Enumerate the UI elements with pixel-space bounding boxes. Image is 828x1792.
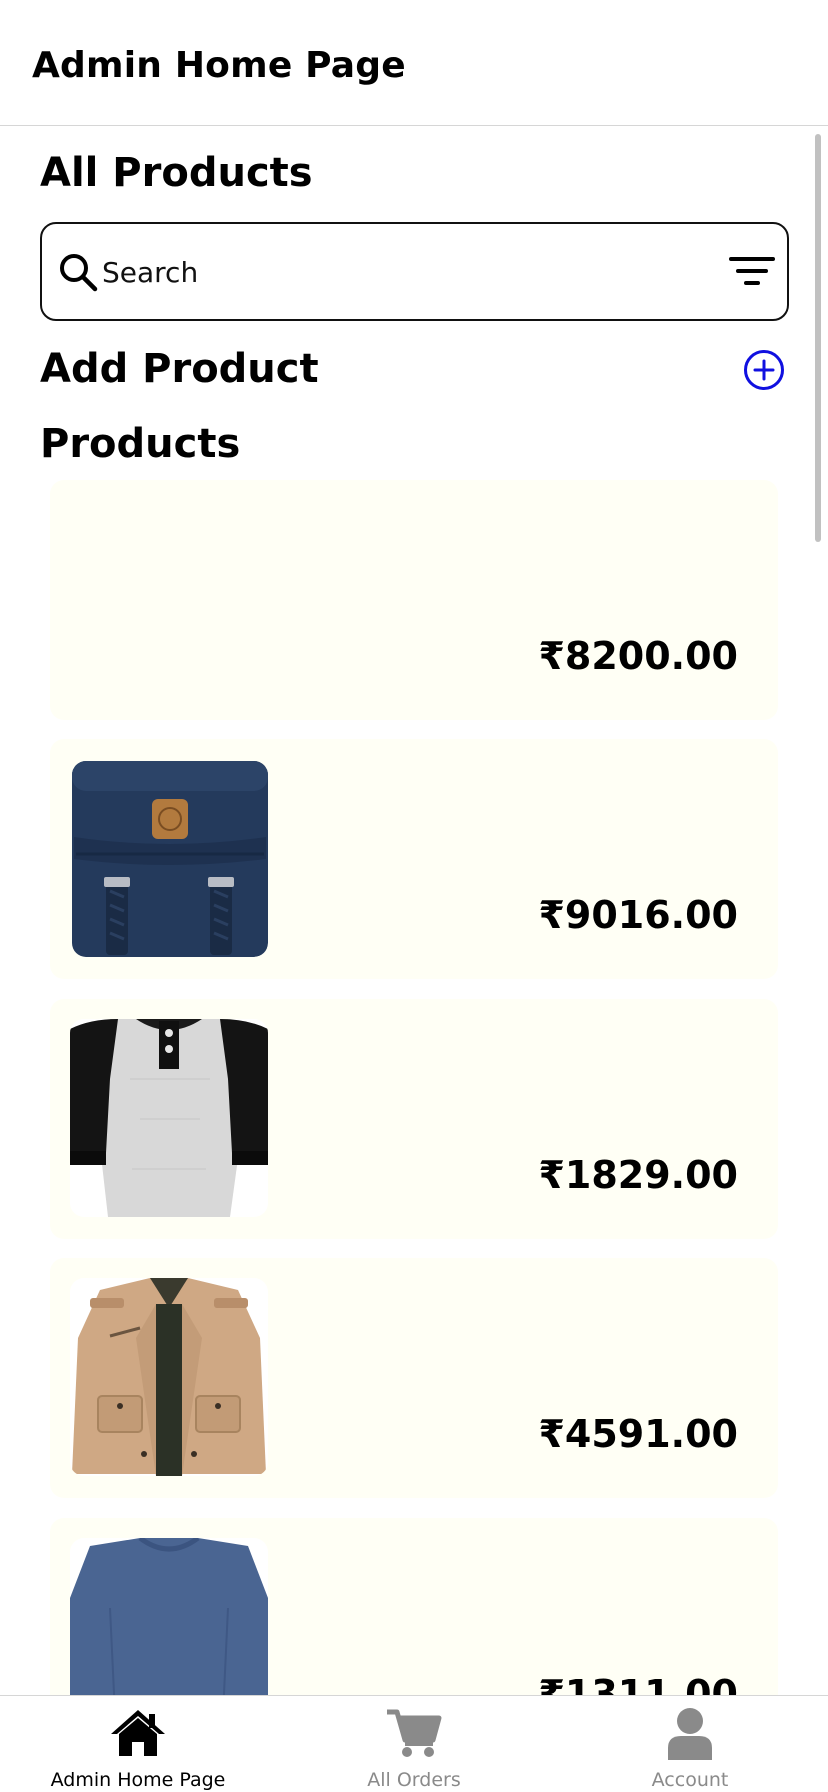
all-products-heading: All Products — [40, 150, 313, 196]
scrollbar[interactable] — [815, 134, 821, 542]
tshirt-image — [70, 1019, 268, 1217]
main-content[interactable]: All Products Add Product Products — [0, 127, 828, 1695]
product-image — [70, 1278, 268, 1476]
add-circle-icon[interactable] — [743, 349, 785, 391]
user-icon — [668, 1708, 712, 1760]
backpack-image — [72, 761, 268, 957]
product-image — [70, 759, 268, 957]
bottom-nav: Admin Home Page All Orders Account — [0, 1695, 828, 1792]
product-price: ₹9016.00 — [538, 893, 738, 937]
sweater-image — [70, 1538, 268, 1695]
nav-label: All Orders — [367, 1769, 461, 1791]
product-card[interactable]: ₹4591.00 — [50, 1258, 778, 1498]
home-icon — [111, 1710, 165, 1756]
nav-label: Account — [651, 1769, 729, 1791]
product-image-placeholder — [70, 500, 268, 698]
product-card[interactable]: ₹9016.00 — [50, 739, 778, 979]
app-header: Admin Home Page — [0, 0, 828, 126]
app-root: Admin Home Page All Products Add Product… — [0, 0, 828, 1792]
nav-all-orders[interactable]: All Orders — [276, 1696, 552, 1792]
product-card[interactable]: ₹1829.00 — [50, 999, 778, 1239]
product-price: ₹1829.00 — [538, 1153, 738, 1197]
product-price: ₹4591.00 — [538, 1412, 738, 1456]
products-heading: Products — [40, 421, 241, 467]
product-card[interactable]: ₹8200.00 — [50, 480, 778, 720]
product-card[interactable]: ₹1311.00 — [50, 1518, 778, 1695]
nav-account[interactable]: Account — [552, 1696, 828, 1792]
product-price: ₹1311.00 — [538, 1672, 738, 1695]
search-bar[interactable] — [40, 222, 789, 321]
jacket-image — [70, 1278, 268, 1476]
cart-icon — [387, 1709, 442, 1757]
add-product-row[interactable]: Add Product — [0, 343, 828, 403]
nav-admin-home[interactable]: Admin Home Page — [0, 1696, 276, 1792]
search-icon — [60, 254, 98, 292]
filter-icon[interactable] — [729, 256, 775, 286]
product-image — [70, 1019, 268, 1217]
nav-label: Admin Home Page — [50, 1769, 226, 1791]
product-image — [70, 1538, 268, 1695]
search-input[interactable] — [102, 246, 662, 298]
add-product-label: Add Product — [40, 346, 319, 392]
page-title: Admin Home Page — [32, 45, 406, 86]
product-price: ₹8200.00 — [538, 634, 738, 678]
